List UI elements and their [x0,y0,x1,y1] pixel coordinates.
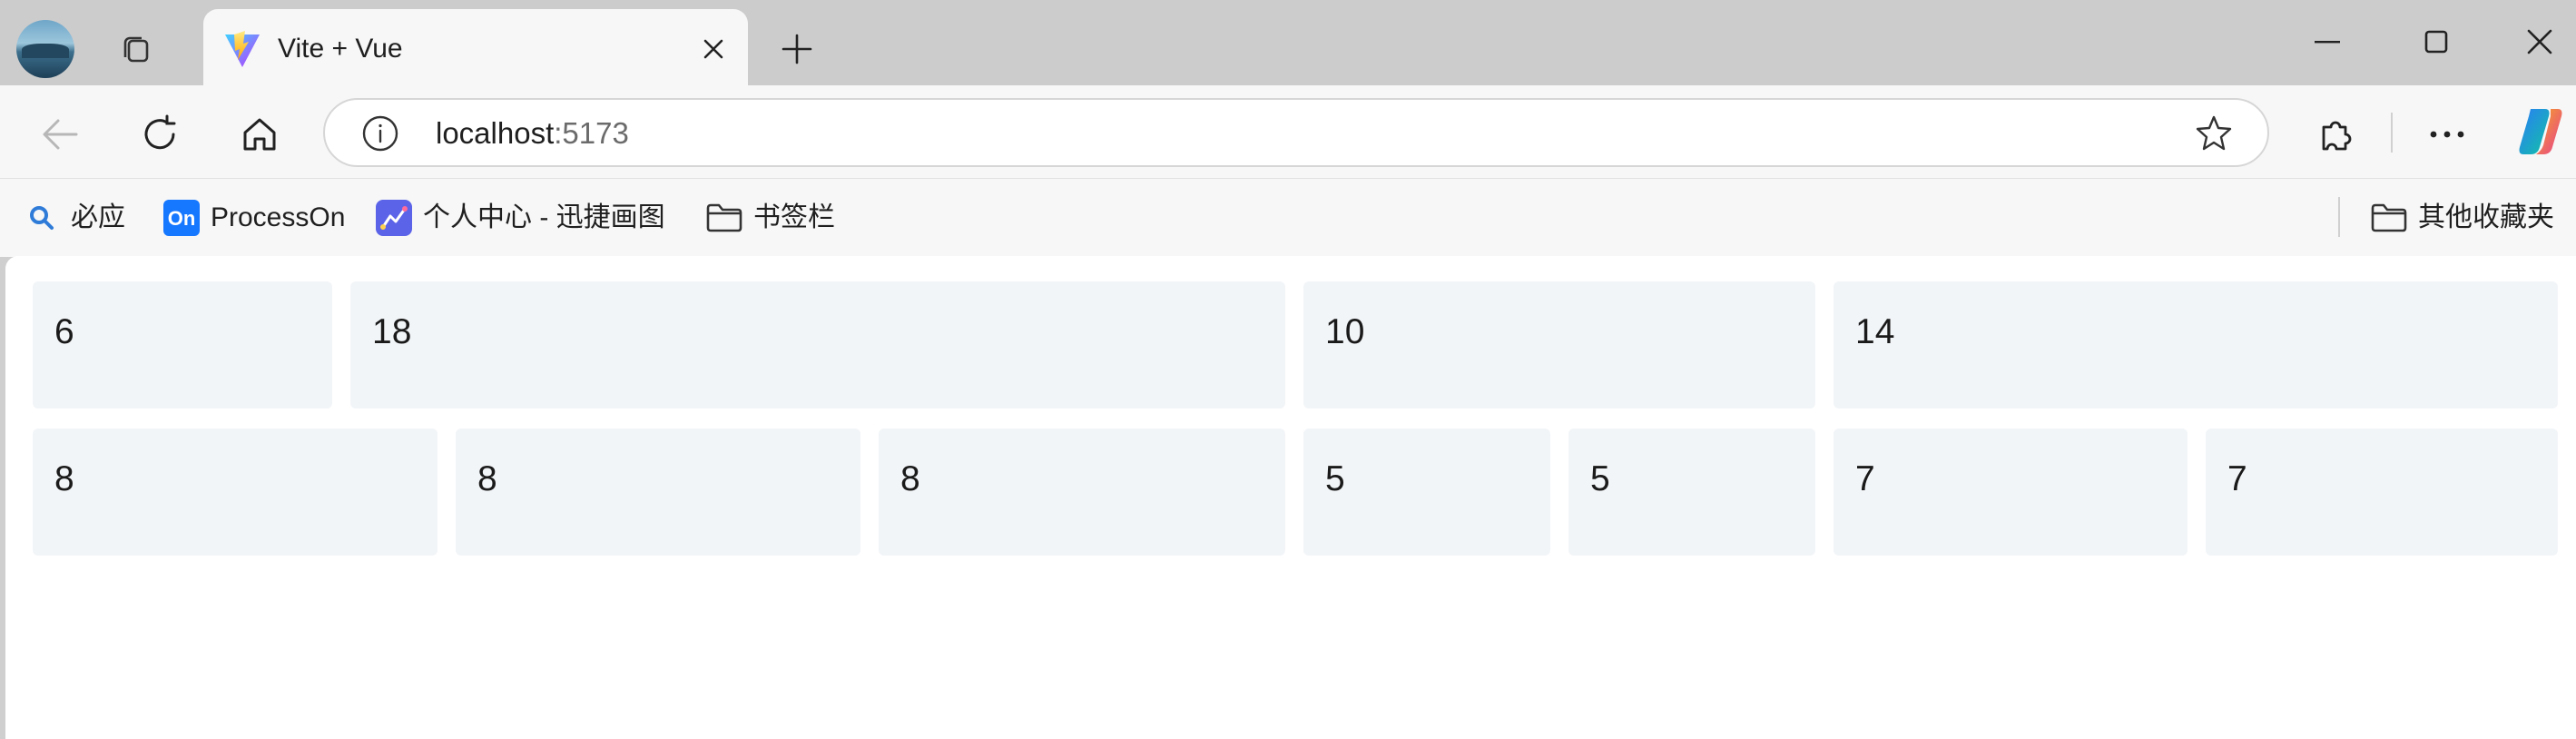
grid-col: 18 [350,281,1285,409]
more-options-icon[interactable] [2422,109,2473,160]
browser-tab-active[interactable]: Vite + Vue [203,9,748,85]
bookmark-label: 书签栏 [753,202,835,232]
minimize-icon[interactable] [2300,16,2355,67]
toolbar-separator [2391,113,2393,153]
address-bar[interactable]: localhost:5173 [323,98,2269,167]
grid-col-span: 7 [2227,459,2247,498]
page-viewport: 6 18 10 14 8 8 8 5 5 7 7 [5,256,2576,739]
tab-bar: Vite + Vue [0,0,2576,85]
other-favorites[interactable]: 其他收藏夹 [2371,195,2554,241]
grid-col-span: 6 [54,312,74,351]
url-text[interactable]: localhost:5173 [436,115,629,152]
favorite-star-icon[interactable] [2195,114,2233,153]
folder-icon [2371,200,2407,236]
grid-col-span: 5 [1325,459,1345,498]
grid-col: 5 [1568,429,1815,556]
bookmark-label: 必应 [71,202,125,232]
grid-col-span: 8 [54,459,74,498]
bookmark-label: 其他收藏夹 [2418,202,2554,232]
tab-close-icon[interactable] [693,29,733,69]
maximize-icon[interactable] [2409,16,2463,67]
vite-logo-icon [225,31,260,67]
grid-col-span: 18 [372,312,412,351]
grid-col-span: 7 [1855,459,1875,498]
grid-col: 5 [1303,429,1550,556]
bookmark-label: ProcessOn [211,202,346,232]
bookmark-bing[interactable]: 必应 [24,195,125,241]
grid-col: 8 [879,429,1285,556]
bookmark-folder[interactable]: 书签栏 [706,195,835,241]
bookmark-xunjie[interactable]: 个人中心 - 迅捷画图 [376,195,665,241]
grid-col: 7 [1834,429,2188,556]
site-info-icon[interactable] [361,114,399,153]
grid-col-span: 5 [1590,459,1610,498]
chart-app-icon [376,200,412,236]
home-icon[interactable] [234,109,285,160]
folder-icon [706,200,742,236]
grid-col: 14 [1834,281,2558,409]
grid-col: 6 [33,281,332,409]
url-host: localhost [436,116,555,150]
grid-col-span: 8 [477,459,497,498]
grid-col-span: 8 [900,459,920,498]
bookmark-processon[interactable]: On ProcessOn [163,195,345,241]
processon-icon: On [163,200,200,236]
extensions-icon[interactable] [2311,109,2362,160]
grid-col-span: 14 [1855,312,1895,351]
bookmark-label: 个人中心 - 迅捷画图 [423,202,665,232]
profile-avatar[interactable] [16,20,74,78]
grid-col-span: 10 [1325,312,1365,351]
bookmarks-bar: 必应 On ProcessOn 个人中心 - 迅捷画图 书签栏 其他收藏夹 [0,178,2576,257]
bookmarks-separator [2338,197,2340,237]
url-port: :5173 [554,116,629,150]
tab-title: Vite + Vue [278,34,403,64]
grid-col: 8 [33,429,438,556]
workspaces-icon[interactable] [113,25,162,74]
new-tab-icon[interactable] [772,24,822,74]
back-icon[interactable] [34,109,85,160]
copilot-icon[interactable] [2514,105,2567,158]
refresh-icon[interactable] [134,109,185,160]
grid-col: 8 [456,429,860,556]
svg-text:On: On [168,207,196,230]
grid-col: 10 [1303,281,1815,409]
grid-col: 7 [2206,429,2558,556]
close-window-icon[interactable] [2512,16,2567,67]
search-icon [24,200,60,236]
toolbar: localhost:5173 [0,85,2576,178]
